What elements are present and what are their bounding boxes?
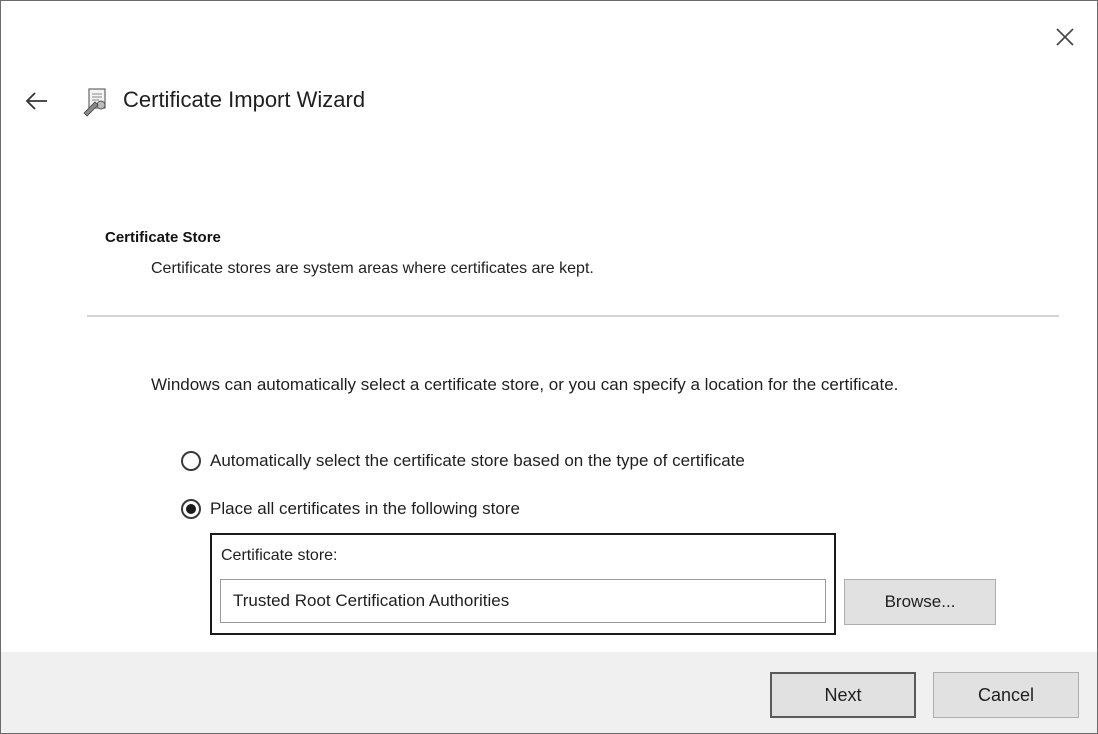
radio-selected-dot	[186, 504, 196, 514]
certificate-store-label: Certificate store:	[221, 547, 338, 564]
wizard-footer: Next Cancel	[1, 652, 1097, 733]
close-icon	[1056, 28, 1074, 46]
back-button[interactable]	[19, 83, 55, 119]
cancel-button[interactable]: Cancel	[933, 672, 1079, 718]
certificate-wizard-icon	[83, 88, 106, 117]
radio-button-unselected[interactable]	[181, 451, 201, 471]
radio-place-in-store-label: Place all certificates in the following …	[210, 499, 520, 518]
section-heading: Certificate Store	[105, 229, 221, 246]
store-description: Windows can automatically select a certi…	[151, 375, 899, 394]
radio-auto-select-label: Automatically select the certificate sto…	[210, 451, 745, 470]
radio-auto-select[interactable]: Automatically select the certificate sto…	[181, 448, 745, 474]
section-subtitle: Certificate stores are system areas wher…	[151, 260, 594, 277]
certificate-store-field[interactable]	[220, 579, 826, 623]
browse-button[interactable]: Browse...	[844, 579, 996, 625]
radio-button-selected[interactable]	[181, 499, 201, 519]
next-button[interactable]: Next	[770, 672, 916, 718]
back-arrow-icon	[25, 92, 47, 110]
wizard-window: Certificate Import Wizard Certificate St…	[0, 0, 1098, 734]
radio-place-in-store[interactable]: Place all certificates in the following …	[181, 496, 520, 522]
certificate-store-highlight: Certificate store:	[210, 533, 836, 635]
header-separator	[87, 315, 1059, 317]
wizard-title: Certificate Import Wizard	[123, 87, 366, 112]
close-button[interactable]	[1045, 19, 1085, 55]
